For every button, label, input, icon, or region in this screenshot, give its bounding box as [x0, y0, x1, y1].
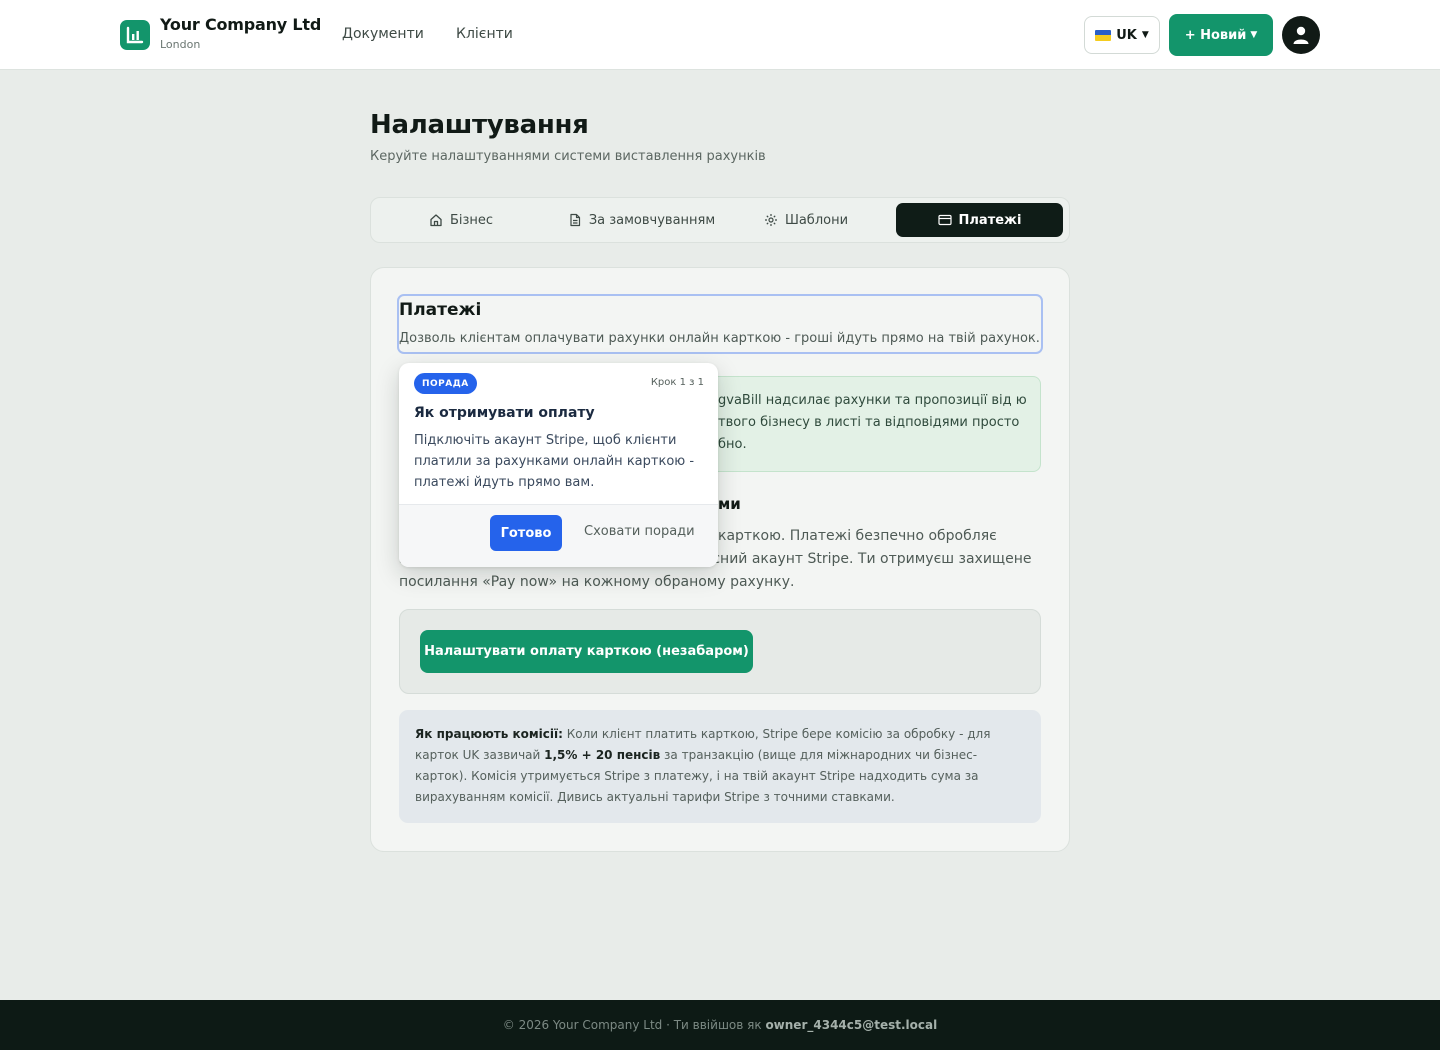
credit-card-icon — [937, 214, 952, 226]
top-header: Your Company Ltd London Документи Клієнт… — [0, 0, 1440, 70]
tip-footer: Готово Сховати поради — [399, 504, 718, 567]
tab-templates[interactable]: Шаблони — [741, 203, 871, 237]
tab-label: Шаблони — [784, 212, 849, 228]
tip-title: Як отримувати оплату — [414, 405, 595, 421]
settings-tabs: Бізнес За замовчуванням Шаблони Платежі — [370, 197, 1070, 243]
language-selector[interactable]: UK ▼ — [1084, 16, 1160, 54]
page-title: Налаштування — [370, 110, 589, 140]
page-subtitle: Керуйте налаштуваннями системи виставлен… — [370, 149, 766, 164]
fees-label: Як працюють комісії: — [415, 727, 563, 741]
nav-documents[interactable]: Документи — [342, 26, 424, 42]
tab-defaults[interactable]: За замовчуванням — [549, 203, 734, 237]
company-city: London — [160, 38, 201, 51]
payments-description: Дозволь клієнтам оплачувати рахунки онла… — [399, 331, 1040, 346]
document-icon — [570, 213, 580, 227]
tip-step-counter: Крок 1 з 1 — [650, 377, 704, 388]
home-icon — [430, 214, 442, 227]
gear-icon — [764, 214, 777, 226]
payments-title: Платежі — [399, 300, 482, 320]
logo-icon[interactable] — [120, 20, 150, 50]
tip-done-button[interactable]: Готово — [490, 515, 562, 551]
tab-business[interactable]: Бізнес — [381, 203, 541, 237]
user-avatar[interactable] — [1282, 16, 1320, 54]
ukraine-flag-icon — [1095, 29, 1112, 41]
new-button-label: + Новий — [1184, 27, 1247, 43]
company-name[interactable]: Your Company Ltd — [160, 15, 321, 34]
new-button[interactable]: + Новий ▼ — [1169, 14, 1273, 56]
tab-label: За замовчуванням — [588, 212, 716, 228]
chevron-down-icon: ▼ — [1250, 30, 1258, 40]
tip-badge: ПОРАДА — [414, 373, 477, 394]
tip-body: Підключіть акаунт Stripe, щоб клієнти пл… — [414, 433, 695, 490]
chevron-down-icon: ▼ — [1141, 30, 1149, 40]
tip-hide-button[interactable]: Сховати поради — [584, 524, 695, 539]
footer-text: © 2026 Your Company Ltd · Ти ввійшов як … — [0, 1018, 1440, 1032]
footer-copyright: © 2026 Your Company Ltd · Ти ввійшов як — [502, 1018, 766, 1032]
nav-clients[interactable]: Клієнти — [456, 26, 513, 42]
fees-text: Як працюють комісії: Коли клієнт платить… — [415, 724, 1029, 808]
user-icon — [1293, 26, 1309, 44]
tab-label: Бізнес — [449, 212, 494, 228]
language-label: UK — [1116, 27, 1137, 43]
section-title: ми — [718, 495, 741, 513]
setup-card-payment-button[interactable]: Налаштувати оплату карткою (незабаром) — [420, 630, 753, 673]
page-footer: © 2026 Your Company Ltd · Ти ввійшов як … — [0, 1000, 1440, 1050]
tip-popover: ПОРАДА Крок 1 з 1 Як отримувати оплату П… — [399, 363, 718, 567]
tab-label: Платежі — [958, 212, 1022, 228]
footer-email: owner_4344c5@test.local — [765, 1018, 938, 1032]
fees-rate: 1,5% + 20 пенсів — [544, 748, 661, 762]
tab-payments[interactable]: Платежі — [896, 203, 1063, 237]
info-banner-text: gvaBill надсилає рахунки та пропозиції в… — [718, 393, 1027, 452]
